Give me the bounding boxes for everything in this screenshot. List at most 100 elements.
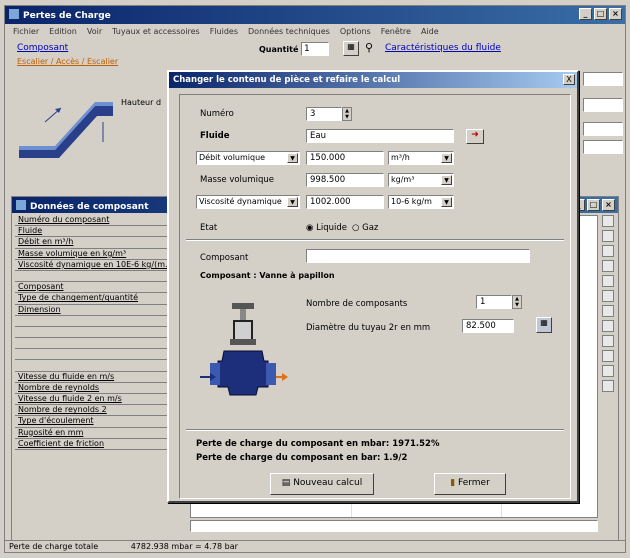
tool-icon[interactable] [602,230,614,242]
menu-voir[interactable]: Voir [87,27,102,37]
prop-row[interactable]: Nombre de reynolds 2 [15,405,175,417]
chevron-down-icon: ▼ [441,153,452,163]
menu-options[interactable]: Options [340,27,371,37]
chevron-down-icon: ▼ [441,175,452,185]
menu-fenetre[interactable]: Fenêtre [381,27,411,37]
prop-row[interactable]: Vitesse du fluide 2 en m/s [15,394,175,406]
etat-gaz-radio[interactable]: ○ Gaz [352,223,378,233]
menu-fluides[interactable]: Fluides [210,27,238,37]
tool-icon[interactable] [602,350,614,362]
quantity-input[interactable] [301,42,329,56]
close-dialog-button[interactable]: ▮ Fermer [434,473,506,495]
etat-liquide-radio[interactable]: ◉ Liquide [306,223,347,233]
composant-description: Composant : Vanne à papillon [200,271,335,280]
prop-row[interactable]: Type d'écoulement [15,416,175,428]
prop-row[interactable]: Dimension [15,305,175,316]
nombre-label: Nombre de composants [306,299,408,309]
viscosite-select[interactable]: Viscosité dynamique ▼ [196,195,300,209]
tool-icon[interactable] [602,215,614,227]
close-dialog-label: Fermer [458,478,490,488]
right-field-3[interactable] [583,122,623,136]
prop-row[interactable]: Composant [15,282,175,294]
numero-input[interactable]: 3 [306,107,342,121]
prop-row[interactable]: Vitesse du fluide en m/s [15,372,175,383]
diametre-input[interactable]: 82.500 [462,319,514,333]
viscosite-unit-select[interactable]: 10-6 kg/m ▼ [388,195,454,209]
etat-liquide-label: Liquide [316,223,347,233]
right-field-4[interactable] [583,140,623,154]
menu-aide[interactable]: Aide [421,27,439,37]
dialog-panel: Numéro 3 ▲ ▼ Fluide Eau ➜ Débit volumique… [179,94,571,499]
tool-icon[interactable] [602,380,614,392]
close-button[interactable]: × [609,8,622,20]
prop-row[interactable] [15,316,175,327]
prop-row[interactable]: Nombre de reynolds [15,383,175,394]
menu-edition[interactable]: Edition [49,27,77,37]
fluid-picker-icon[interactable]: ➜ [466,129,484,144]
result-mbar: Perte de charge du composant en mbar: 19… [196,439,440,449]
prop-row[interactable]: Viscosité dynamique en 10E-6 kg/(m.s) [15,260,175,271]
right-field-1[interactable] [583,72,623,86]
composant-input[interactable] [306,249,530,263]
dialog-close-button[interactable]: X [563,74,575,85]
masse-input[interactable]: 998.500 [306,173,384,187]
side-toolbar [602,215,616,395]
prop-row[interactable] [15,327,175,339]
tool-icon[interactable] [602,290,614,302]
prop-row[interactable]: Coefficient de friction [15,439,175,450]
numero-label: Numéro [200,109,234,119]
nombre-input[interactable]: 1 [476,295,512,309]
statusbar: Perte de charge totale 4782.938 mbar = 4… [5,540,625,552]
prop-row[interactable] [15,349,175,361]
prop-row[interactable] [15,271,175,283]
menu-donnees[interactable]: Données techniques [248,27,330,37]
horizontal-scrollbar[interactable] [190,520,598,532]
menu-tuyaux[interactable]: Tuyaux et accessoires [112,27,200,37]
prop-row[interactable]: Masse volumique en kg/m³ [15,249,175,260]
nombre-spin-icon[interactable]: ▲ ▼ [512,295,522,309]
result-bar: Perte de charge du composant en bar: 1.9… [196,453,408,463]
status-value: 4782.938 mbar = 4.78 bar [130,542,238,551]
key-icon[interactable]: ⚲ [365,41,381,56]
masse-unit-select[interactable]: kg/m³ ▼ [388,173,454,187]
minimize-button[interactable]: _ [579,8,592,20]
tool-icon[interactable] [602,245,614,257]
tool-icon[interactable] [602,365,614,377]
tool-icon[interactable] [602,320,614,332]
inner-close-button[interactable]: × [602,199,615,211]
inner-maximize-button[interactable]: □ [587,199,600,211]
fluid-properties-link[interactable]: Caractéristiques du fluide [385,43,501,53]
right-field-2[interactable] [583,98,623,112]
debit-input[interactable]: 150.000 [306,151,384,165]
prop-row[interactable]: Débit en m³/h [15,237,175,249]
calc-icon[interactable]: ▦ [343,41,359,56]
numero-spin-icon[interactable]: ▲ ▼ [342,107,352,121]
debit-unit-select[interactable]: m³/h ▼ [388,151,454,165]
escalator-illustration [15,82,115,162]
tool-icon[interactable] [602,260,614,272]
prop-row[interactable]: Fluide [15,226,175,238]
chevron-down-icon: ▼ [287,197,298,207]
diameter-picker-icon[interactable]: ▦ [536,317,552,333]
inner-title: Données de composant [30,202,149,212]
tool-icon[interactable] [602,305,614,317]
tool-icon[interactable] [602,275,614,287]
new-calc-button[interactable]: ▤ Nouveau calcul [270,473,374,495]
prop-row[interactable]: Numéro du composant [15,215,175,227]
viscosite-input[interactable]: 1002.000 [306,195,384,209]
divider [186,429,564,431]
prop-row[interactable]: Rugosité en mm [15,428,175,439]
prop-row[interactable]: Type de changement/quantité [15,293,175,305]
fluide-input[interactable]: Eau [306,129,454,143]
component-link[interactable]: Composant [17,43,68,53]
tool-icon[interactable] [602,335,614,347]
debit-select[interactable]: Débit volumique ▼ [196,151,300,165]
chevron-down-icon: ▼ [441,197,452,207]
viscosite-unit-label: 10-6 kg/m [391,197,432,206]
menu-fichier[interactable]: Fichier [13,27,39,37]
maximize-button[interactable]: □ [594,8,607,20]
prop-row[interactable] [15,338,175,350]
category-link[interactable]: Escalier / Accès / Escalier [17,57,118,66]
new-calc-label: Nouveau calcul [293,478,363,488]
prop-row[interactable] [15,360,175,372]
